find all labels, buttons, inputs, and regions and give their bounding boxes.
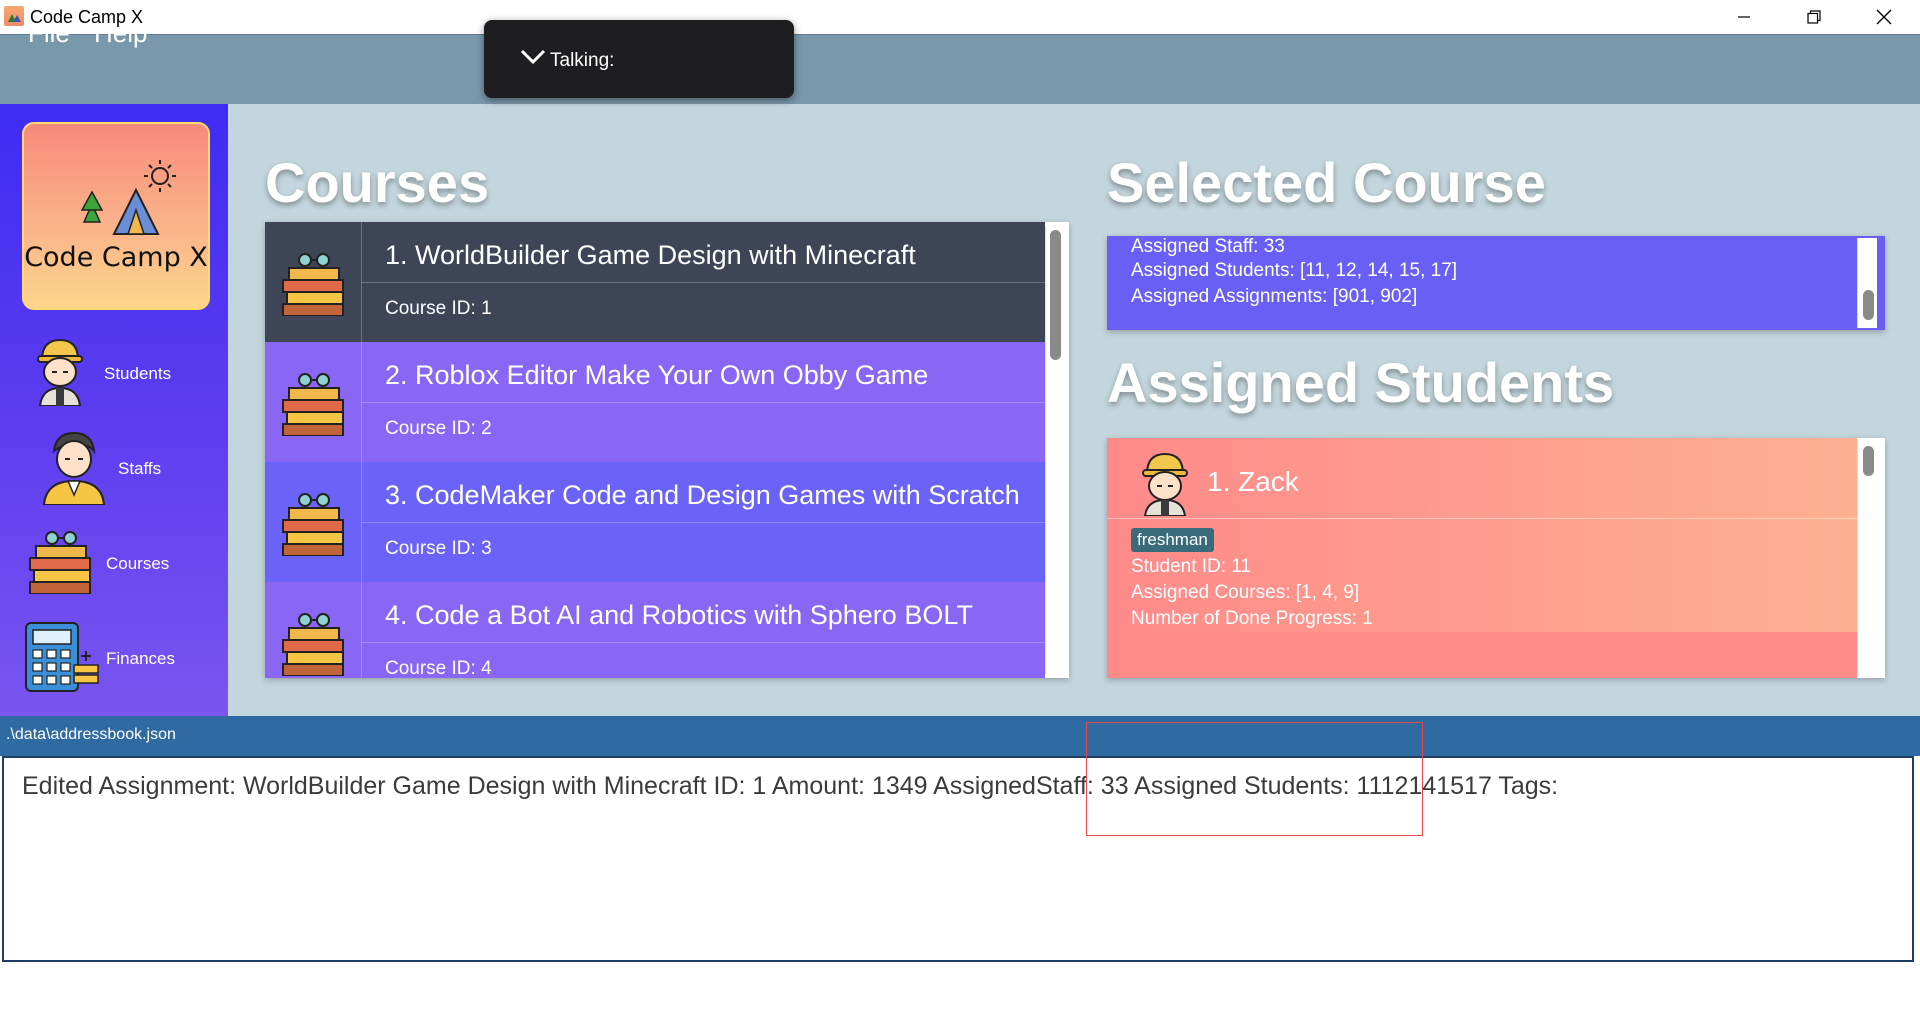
divider xyxy=(361,402,1045,403)
divider xyxy=(1107,518,1857,519)
menu-bar xyxy=(0,34,1920,105)
sidebar-item-staffs-label: Staffs xyxy=(118,459,162,478)
course-id: Course ID: 4 xyxy=(385,658,492,678)
talking-label: Talking: xyxy=(550,50,615,71)
courses-list: 1. WorldBuilder Game Design with Minecra… xyxy=(265,222,1069,678)
minimize-button[interactable] xyxy=(1709,0,1779,34)
selected-course-staff: Assigned Staff: 33 xyxy=(1131,236,1285,257)
sidebar-item-finances-label: Finances xyxy=(106,649,175,668)
books-icon xyxy=(29,531,91,594)
course-name: 2. Roblox Editor Make Your Own Obby Game xyxy=(385,360,929,390)
calculator-icon xyxy=(25,622,99,692)
student-avatar-icon xyxy=(1142,452,1188,516)
course-list-item[interactable]: 3. CodeMaker Code and Design Games with … xyxy=(265,462,1045,582)
student-card[interactable]: 1. Zack freshman Student ID: 11 Assigned… xyxy=(1107,438,1857,678)
divider xyxy=(361,642,1045,643)
student-assigned-courses: Assigned Courses: [1, 4, 9] xyxy=(1131,582,1360,603)
data-file-path: .\data\addressbook.json xyxy=(6,726,176,743)
selected-course-panel: Assigned Staff: 33 Assigned Students: [1… xyxy=(1107,236,1885,330)
sidebar-item-students-label: Students xyxy=(104,364,172,383)
books-icon xyxy=(282,373,344,436)
course-icon-cell xyxy=(265,342,362,462)
student-tag: freshman xyxy=(1131,528,1214,552)
selected-course-assignments: Assigned Assignments: [901, 902] xyxy=(1131,286,1418,307)
status-bar: .\data\addressbook.json xyxy=(0,716,1920,756)
selected-course-students: Assigned Students: [11, 12, 14, 15, 17] xyxy=(1131,260,1458,281)
assigned-students-list: 1. Zack freshman Student ID: 11 Assigned… xyxy=(1107,438,1885,678)
student-avatar-icon xyxy=(37,338,83,406)
course-list-item[interactable]: 1. WorldBuilder Game Design with Minecra… xyxy=(265,222,1045,342)
scrollbar-thumb[interactable] xyxy=(1863,290,1874,320)
close-icon xyxy=(1876,9,1892,25)
highlight-box xyxy=(1086,722,1423,836)
talking-overlay[interactable]: Talking: xyxy=(484,20,794,98)
logo-card: Code Camp X xyxy=(22,122,210,310)
student-card-footer xyxy=(1107,632,1857,678)
chevron-down-icon[interactable] xyxy=(520,48,546,66)
sidebar-item-courses[interactable]: Courses xyxy=(20,520,220,606)
course-icon-cell xyxy=(265,222,362,342)
menu-help[interactable]: Help xyxy=(94,18,147,49)
result-display[interactable]: Edited Assignment: WorldBuilder Game Des… xyxy=(2,756,1914,962)
close-button[interactable] xyxy=(1849,0,1919,34)
staff-avatar-icon xyxy=(42,431,106,505)
course-name: 1. WorldBuilder Game Design with Minecra… xyxy=(385,240,916,270)
assigned-students-title: Assigned Students xyxy=(1107,351,1615,414)
assigned-students-scrollbar[interactable] xyxy=(1857,440,1881,676)
course-name: 4. Code a Bot AI and Robotics with Spher… xyxy=(385,600,973,630)
course-name: 3. CodeMaker Code and Design Games with … xyxy=(385,480,1020,510)
restore-icon xyxy=(1807,10,1821,24)
courses-title: Courses xyxy=(265,151,490,214)
books-icon xyxy=(282,253,344,316)
scrollbar-thumb[interactable] xyxy=(1050,230,1061,360)
camp-logo-icon xyxy=(80,160,176,235)
sidebar-item-courses-label: Courses xyxy=(106,554,170,573)
course-icon-cell xyxy=(265,582,362,678)
sidebar-item-staffs[interactable]: Staffs xyxy=(20,425,220,511)
books-icon xyxy=(282,613,344,676)
restore-button[interactable] xyxy=(1779,0,1849,34)
selected-course-scrollbar[interactable] xyxy=(1857,238,1881,328)
course-list-item[interactable]: 2. Roblox Editor Make Your Own Obby Game… xyxy=(265,342,1045,462)
course-id: Course ID: 2 xyxy=(385,418,492,439)
course-list-item[interactable]: 4. Code a Bot AI and Robotics with Spher… xyxy=(265,582,1045,678)
scrollbar-thumb[interactable] xyxy=(1863,446,1874,476)
sidebar-item-students[interactable]: Students xyxy=(20,330,220,416)
app-icon xyxy=(4,6,24,26)
selected-course-title: Selected Course xyxy=(1107,151,1546,214)
minimize-icon xyxy=(1738,16,1750,18)
course-icon-cell xyxy=(265,462,362,582)
divider xyxy=(361,522,1045,523)
courses-scrollbar[interactable] xyxy=(1045,226,1065,674)
student-id: Student ID: 11 xyxy=(1131,556,1252,577)
sidebar-item-finances[interactable]: Finances xyxy=(20,615,220,701)
title-bar xyxy=(0,0,1920,34)
menu-file[interactable]: File xyxy=(28,18,70,49)
logo-text: Code Camp X xyxy=(24,242,208,273)
divider xyxy=(361,282,1045,283)
student-done-progress: Number of Done Progress: 1 xyxy=(1131,608,1373,629)
course-id: Course ID: 1 xyxy=(385,298,492,319)
student-name: 1. Zack xyxy=(1207,466,1299,497)
books-icon xyxy=(282,493,344,556)
course-id: Course ID: 3 xyxy=(385,538,492,559)
